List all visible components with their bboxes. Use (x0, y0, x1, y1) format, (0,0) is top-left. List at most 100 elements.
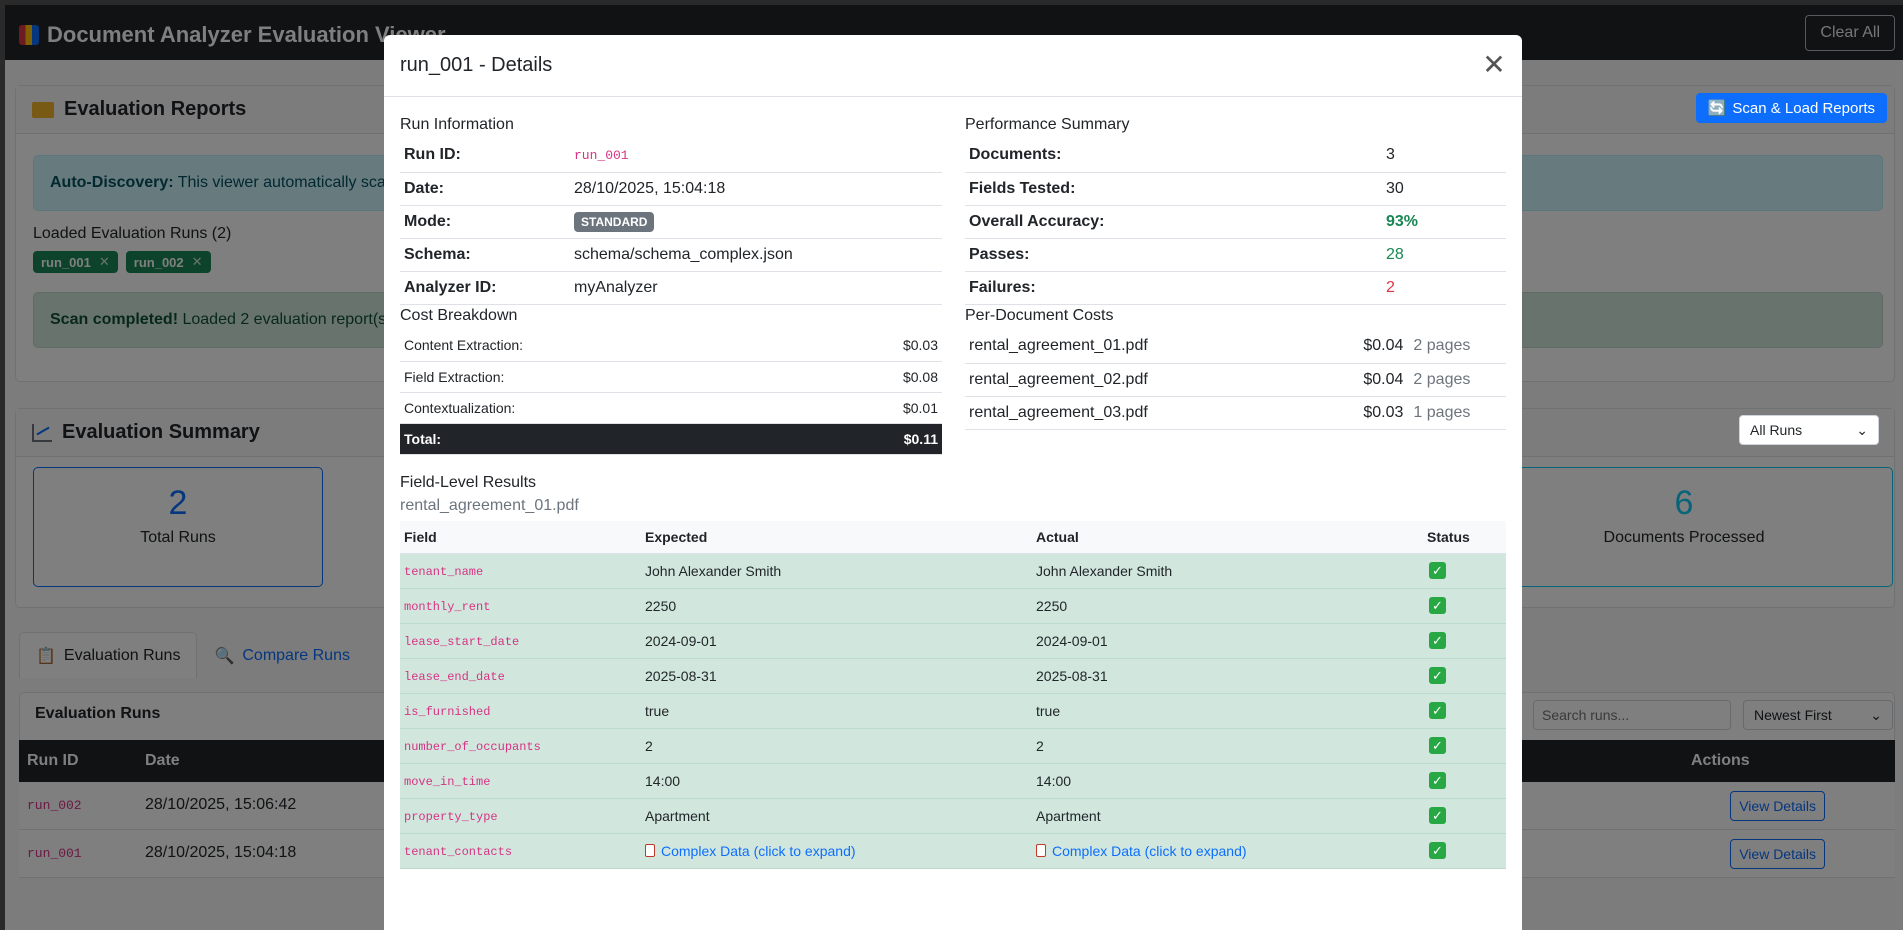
field-name-cell-text: tenant_contacts (404, 845, 513, 859)
status-cell: ✓ (1423, 763, 1506, 799)
doc-pages: 2 pages (1409, 363, 1506, 397)
actual-cell-text: 2 (1036, 737, 1044, 754)
table-row: monthly_rent 2250 2250 ✓ (400, 588, 1506, 624)
doc-cost: $0.04 (1335, 330, 1410, 364)
check-icon: ✓ (1429, 737, 1446, 754)
table-row: property_type Apartment Apartment ✓ (400, 798, 1506, 834)
expected-cell: 2024-09-01 (641, 623, 1032, 659)
expected-cell: 2250 (641, 588, 1032, 624)
actual-cell: 2250 (1032, 588, 1423, 624)
run-filter-value: All Runs (1750, 422, 1803, 438)
actual-cell-text: Apartment (1036, 807, 1101, 824)
status-cell: ✓ (1423, 693, 1506, 729)
performance-table: Documents: 3 Fields Tested: 30 Overall Acc… (965, 139, 1506, 305)
field-name-cell: monthly_rent (400, 588, 641, 624)
expand-complex-link[interactable]: Complex Data (click to expand) (1052, 843, 1247, 859)
check-icon: ✓ (1429, 632, 1446, 649)
clipboard-icon (1036, 843, 1046, 857)
actual-cell: true (1032, 693, 1423, 729)
doc-pages: 1 pages (1409, 396, 1506, 430)
actual-cell: 2025-08-31 (1032, 658, 1423, 694)
modal-title: run_001 - Details (400, 54, 553, 76)
documents-value: 3 (1382, 139, 1506, 173)
run-info-heading: Run Information (400, 116, 514, 133)
table-row: is_furnished true true ✓ (400, 693, 1506, 729)
field-name-cell-text: tenant_name (404, 565, 484, 579)
cost-table: Content Extraction: $0.03 Field Extractio… (400, 330, 942, 455)
run-filter-select[interactable]: All Runs ⌄ (1739, 415, 1879, 445)
run-id-value: run_001 (574, 148, 629, 164)
actual-cell: Apartment (1032, 798, 1423, 834)
field-name-cell: number_of_occupants (400, 728, 641, 764)
expected-cell: Complex Data (click to expand) (641, 833, 1032, 869)
scan-button-label: Scan & Load Reports (1732, 99, 1875, 117)
cost-label: Content Extraction: (400, 330, 805, 362)
actual-cell-text: true (1036, 702, 1061, 719)
run-details-modal: run_001 - Details ✕ Run Information Run … (384, 35, 1522, 930)
expected-cell: Apartment (641, 798, 1032, 834)
field-name-cell-text: move_in_time (404, 775, 491, 789)
run-info-table: Run ID: run_001 Date: 28/10/2025, 15:04:18… (400, 139, 942, 305)
run-id-label: Run ID: (400, 139, 570, 173)
accuracy-value: 93% (1382, 205, 1506, 239)
doc-name: rental_agreement_01.pdf (965, 330, 1335, 364)
check-icon: ✓ (1429, 842, 1446, 859)
fields-tested-value: 30 (1382, 172, 1506, 206)
date-label: Date: (400, 172, 570, 206)
actual-cell: 2024-09-01 (1032, 623, 1423, 659)
passes-value: 28 (1382, 238, 1506, 272)
expected-cell: John Alexander Smith (641, 553, 1032, 589)
actual-cell: Complex Data (click to expand) (1032, 833, 1423, 869)
field-results-document: rental_agreement_01.pdf (400, 497, 579, 514)
field-results-table: Field Expected Actual Status tenant_name… (400, 521, 1506, 869)
table-row: lease_end_date 2025-08-31 2025-08-31 ✓ (400, 658, 1506, 694)
check-icon: ✓ (1429, 667, 1446, 684)
total-label: Total: (400, 423, 805, 455)
actual-cell: 14:00 (1032, 763, 1423, 799)
mode-badge: STANDARD (574, 211, 655, 232)
col-field: Field (400, 521, 641, 554)
status-cell: ✓ (1423, 728, 1506, 764)
expected-cell-text: Apartment (645, 807, 710, 824)
failures-label: Failures: (965, 271, 1382, 305)
cost-value: $0.03 (804, 330, 942, 362)
performance-heading: Performance Summary (965, 116, 1130, 133)
table-row: lease_start_date 2024-09-01 2024-09-01 ✓ (400, 623, 1506, 659)
field-name-cell-text: is_furnished (404, 705, 491, 719)
check-icon: ✓ (1429, 807, 1446, 824)
doc-cost: $0.03 (1335, 396, 1410, 430)
doc-name: rental_agreement_02.pdf (965, 363, 1335, 397)
table-row: tenant_name John Alexander Smith John Alex… (400, 553, 1506, 589)
actual-cell-text: 2024-09-01 (1036, 632, 1108, 649)
field-table-header: Field Expected Actual Status (400, 521, 1506, 554)
per-doc-table: rental_agreement_01.pdf $0.04 2 pages rent… (965, 330, 1506, 430)
expected-cell: 2025-08-31 (641, 658, 1032, 694)
col-expected: Expected (641, 521, 1032, 554)
table-row: number_of_occupants 2 2 ✓ (400, 728, 1506, 764)
expected-cell-text: 2250 (645, 597, 677, 614)
expected-cell: true (641, 693, 1032, 729)
actual-cell-text: 2250 (1036, 597, 1068, 614)
field-name-cell-text: number_of_occupants (404, 740, 541, 754)
doc-pages: 2 pages (1409, 330, 1506, 364)
status-cell: ✓ (1423, 623, 1506, 659)
actual-cell-text: 2025-08-31 (1036, 667, 1108, 684)
status-cell: ✓ (1423, 658, 1506, 694)
expand-complex-link[interactable]: Complex Data (click to expand) (661, 843, 856, 859)
field-name-cell-text: lease_start_date (404, 635, 520, 649)
scan-load-reports-button[interactable]: 🔄 Scan & Load Reports (1695, 93, 1887, 123)
close-icon[interactable]: ✕ (1482, 50, 1506, 78)
per-doc-heading: Per-Document Costs (965, 307, 1114, 324)
cost-label: Contextualization: (400, 392, 805, 424)
date-value: 28/10/2025, 15:04:18 (570, 172, 942, 206)
status-cell: ✓ (1423, 553, 1506, 589)
analyzer-value: myAnalyzer (570, 271, 942, 305)
field-name-cell: tenant_name (400, 553, 641, 589)
table-row: tenant_contacts Complex Data (click to ex… (400, 833, 1506, 869)
actual-cell-text: 14:00 (1036, 772, 1072, 789)
check-icon: ✓ (1429, 597, 1446, 614)
field-name-cell-text: property_type (404, 810, 498, 824)
clipboard-icon (645, 843, 655, 857)
total-value: $0.11 (804, 423, 942, 455)
fields-tested-label: Fields Tested: (965, 172, 1382, 206)
